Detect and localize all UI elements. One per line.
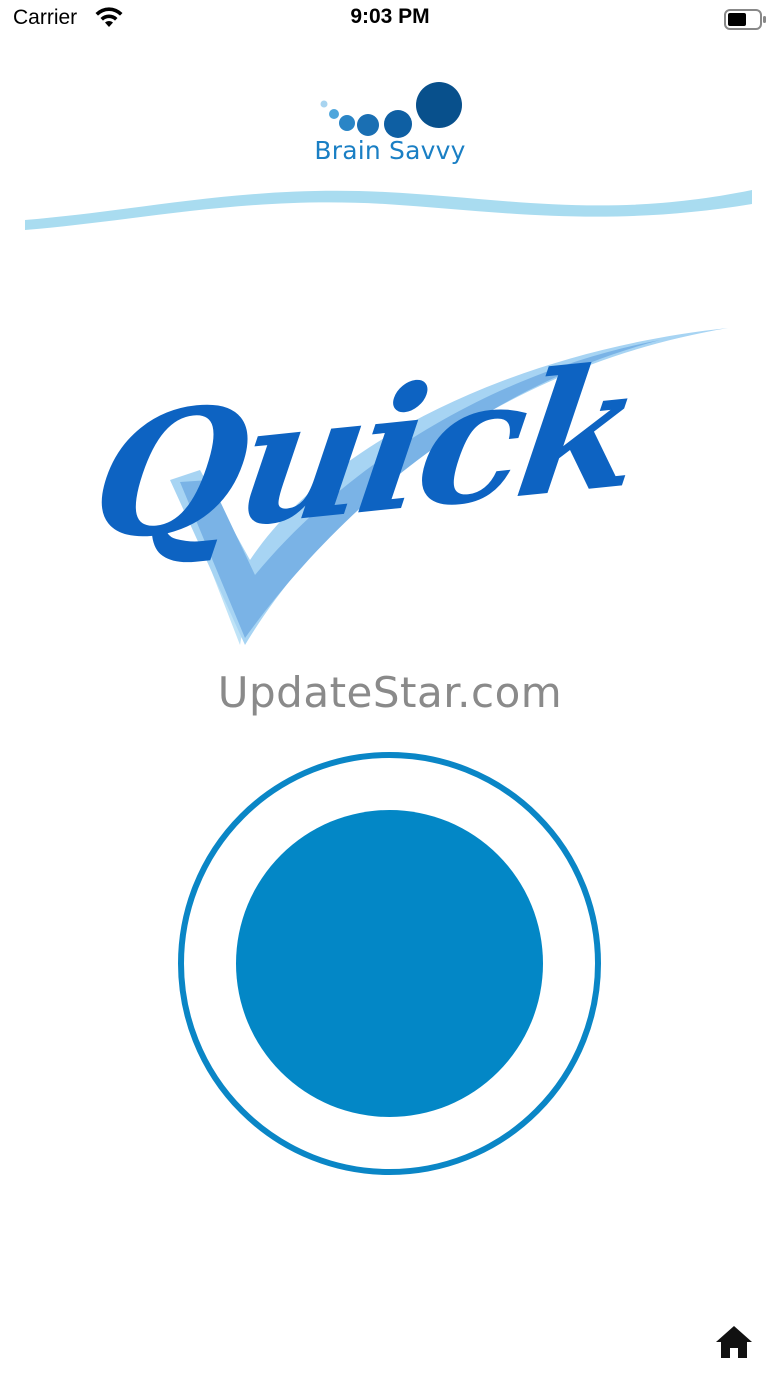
battery-icon	[724, 9, 768, 35]
home-button[interactable]	[714, 1322, 754, 1362]
wave-divider	[25, 190, 752, 230]
brain-savvy-logo: Brain Savvy	[300, 78, 480, 170]
record-button[interactable]	[236, 810, 543, 1117]
logo-dots-icon	[320, 82, 462, 138]
logo-text: Brain Savvy	[314, 136, 466, 165]
status-bar: Carrier 9:03 PM	[0, 0, 780, 40]
home-icon	[716, 1326, 752, 1358]
status-time: 9:03 PM	[350, 5, 430, 28]
site-label: UpdateStar.com	[217, 668, 563, 717]
